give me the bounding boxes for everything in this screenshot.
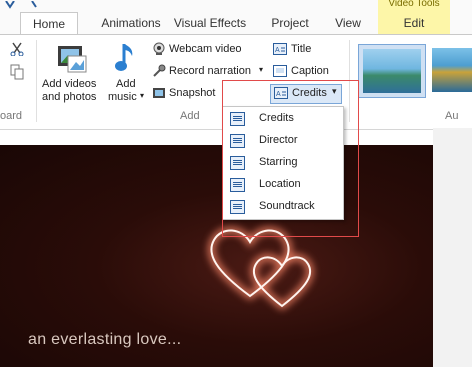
- add-videos-button-label-1[interactable]: Add videos: [42, 78, 96, 90]
- tab-project[interactable]: Project: [268, 12, 312, 34]
- tab-view[interactable]: View: [330, 12, 366, 34]
- copy-icon[interactable]: [10, 64, 24, 80]
- microphone-icon: [152, 64, 166, 78]
- title-button[interactable]: Title: [291, 43, 311, 55]
- group-label-clipboard: oard: [0, 110, 23, 122]
- autotheme-thumbnail[interactable]: [430, 44, 472, 96]
- title-icon: A: [273, 42, 287, 56]
- separator: [36, 40, 37, 122]
- cut-icon[interactable]: [10, 42, 24, 57]
- record-narration-dropdown-arrow[interactable]: ▾: [259, 65, 263, 74]
- tab-animations[interactable]: Animations: [84, 12, 178, 34]
- add-music-dropdown-arrow[interactable]: ▾: [140, 91, 144, 100]
- add-music-label-1[interactable]: Add: [116, 78, 136, 90]
- autotheme-thumbnail-selected[interactable]: [358, 44, 426, 98]
- group-label-automovie: Au: [445, 110, 459, 122]
- highlight-annotation-box: [222, 80, 359, 237]
- record-narration-button[interactable]: Record narration: [169, 65, 251, 77]
- svg-text:A: A: [275, 47, 280, 54]
- context-group-label: Video Tools: [388, 0, 440, 9]
- webcam-icon: [152, 42, 166, 56]
- tab-edit[interactable]: Edit: [378, 12, 450, 34]
- group-label-add: Add: [180, 110, 200, 122]
- film-photo-icon: [56, 42, 88, 74]
- caption-button[interactable]: Caption: [291, 65, 329, 77]
- caption-icon: [273, 64, 287, 78]
- tab-home[interactable]: Home: [20, 12, 78, 36]
- snapshot-icon: [152, 86, 166, 100]
- video-caption-text: an everlasting love...: [28, 331, 182, 348]
- snapshot-button[interactable]: Snapshot: [169, 87, 215, 99]
- add-music-label-2[interactable]: music: [108, 91, 137, 103]
- preview-side-panel: [433, 128, 472, 367]
- tab-visual-effects[interactable]: Visual Effects: [170, 12, 250, 34]
- quick-access-icons[interactable]: [2, 0, 42, 9]
- webcam-video-button[interactable]: Webcam video: [169, 43, 242, 55]
- music-note-icon: [114, 40, 138, 74]
- add-videos-button-label-2[interactable]: and photos: [42, 91, 96, 103]
